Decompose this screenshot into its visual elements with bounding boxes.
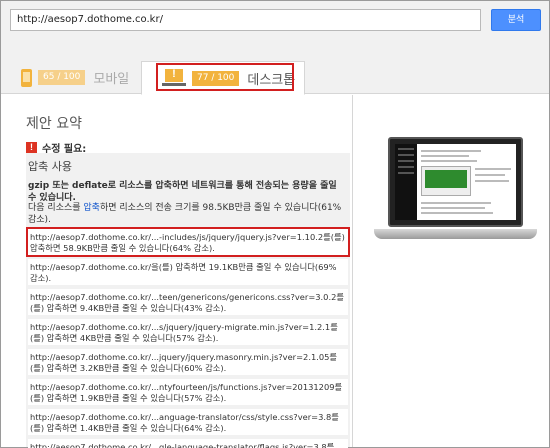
list-item: http://aesop7.dothome.co.kr/을(를) 압축하면 19… (28, 259, 348, 285)
desktop-tab-highlight (156, 63, 294, 91)
mobile-phone-icon (21, 68, 32, 87)
rule-title[interactable]: 압축 사용 (28, 158, 72, 174)
laptop-screen (388, 137, 523, 227)
desktop-preview (354, 95, 549, 447)
rule-panel: 압축 사용 gzip 또는 deflate로 리소스를 압축하면 네트워크를 통… (26, 153, 350, 448)
list-item: http://aesop7.dothome.co.kr/...s/jquery/… (28, 319, 348, 345)
top-bar: http://aesop7.dothome.co.kr/ 분석 (1, 1, 549, 59)
list-item: http://aesop7.dothome.co.kr/...ntyfourte… (28, 379, 348, 405)
list-item: http://aesop7.dothome.co.kr/...-includes… (26, 227, 350, 257)
rule-note: 다음 리소스를 압축하면 리소스의 전송 크기를 98.5KB만큼 줄일 수 있… (28, 202, 346, 226)
rule-description: gzip 또는 deflate로 리소스를 압축하면 네트워크를 통해 전송되는… (28, 181, 337, 203)
laptop-base (374, 229, 537, 239)
warning-icon: ! (26, 142, 37, 153)
resource-list: http://aesop7.dothome.co.kr/...-includes… (26, 227, 350, 448)
tab-mobile-label: 모바일 (93, 72, 130, 87)
list-item: http://aesop7.dothome.co.kr/...gle-langu… (28, 439, 348, 448)
list-item: http://aesop7.dothome.co.kr/...jquery/jq… (28, 349, 348, 375)
list-item: http://aesop7.dothome.co.kr/...teen/gene… (28, 289, 348, 315)
analyze-button[interactable]: 분석 (491, 9, 541, 31)
list-item: http://aesop7.dothome.co.kr/...anguage-t… (28, 409, 348, 435)
url-input[interactable]: http://aesop7.dothome.co.kr/ (10, 9, 481, 31)
page-screenshot-thumbnail (395, 144, 516, 220)
page-title: 제안 요약 (26, 116, 82, 132)
rule-note-prefix: 다음 리소스를 (28, 203, 84, 213)
mobile-score-badge: 65 / 100 (38, 70, 86, 85)
tab-mobile[interactable]: 65 / 100 모바일 (11, 61, 143, 94)
suggestion-summary: 제안 요약 ! 수정 필요: 압축 사용 gzip 또는 deflate로 리소… (1, 95, 353, 448)
compression-link[interactable]: 압축 (83, 203, 100, 213)
